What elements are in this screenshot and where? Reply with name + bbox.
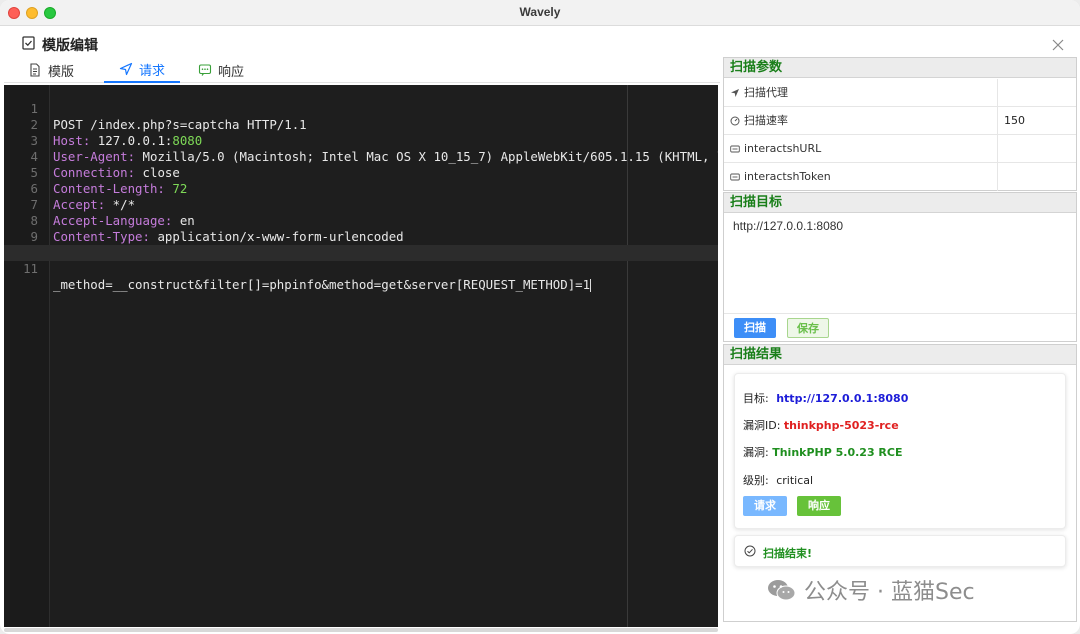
card-icon xyxy=(730,173,740,181)
title-bar: Wavely xyxy=(0,0,1080,26)
result-id-row: 漏洞ID: thinkphp-5023-rce xyxy=(743,417,899,433)
app-window: Wavely 模版编辑 模版 请求 响应 1 POST /index.php?s… xyxy=(0,0,1080,634)
code-line[interactable]: 2 Host: 127.0.0.1:8080 xyxy=(4,101,718,148)
send-icon xyxy=(731,89,739,97)
tab-response-label: 响应 xyxy=(218,64,245,80)
scan-target-title: 扫描目标 xyxy=(724,193,1076,213)
line-number: 11 xyxy=(23,261,38,276)
message-icon xyxy=(198,64,212,76)
param-label-interactsh-token: interactshToken xyxy=(744,170,831,183)
scan-button[interactable]: 扫描 xyxy=(734,318,776,338)
save-button[interactable]: 保存 xyxy=(787,318,829,338)
param-row-interactsh-token: interactshToken xyxy=(724,163,1076,191)
result-level-row: 级别: critical xyxy=(743,472,813,488)
code-line[interactable]: 10 xyxy=(4,229,718,260)
result-target-label: 目标: xyxy=(743,392,769,405)
code-line-current[interactable]: 11 _method=__construct&filter[]=phpinfo&… xyxy=(4,245,718,292)
tab-response[interactable]: 响应 xyxy=(190,57,252,83)
dialog-title: 模版编辑 xyxy=(42,38,98,54)
param-label-interactsh-url: interactshURL xyxy=(744,142,822,155)
scan-done-card: 扫描结束! xyxy=(734,535,1066,567)
code-line[interactable]: 6 Accept: */* xyxy=(4,165,718,212)
result-id-label: 漏洞ID: xyxy=(743,419,781,432)
dialog-header: 模版编辑 xyxy=(0,27,1080,57)
scan-target-panel: 扫描目标 http://127.0.0.1:8080 扫描 保存 xyxy=(723,192,1077,342)
target-actions: 扫描 保存 xyxy=(724,313,1076,341)
result-level-value: critical xyxy=(776,474,814,487)
card-icon xyxy=(730,145,740,153)
document-icon xyxy=(30,63,40,77)
param-label-proxy: 扫描代理 xyxy=(744,86,788,99)
code-text: _method=__construct&filter[]=phpinfo&met… xyxy=(53,277,591,292)
scan-params-title: 扫描参数 xyxy=(724,58,1076,78)
code-line[interactable]: 3 User-Agent: Mozilla/5.0 (Macintosh; In… xyxy=(4,117,718,164)
param-row-rate: 扫描速率 150 xyxy=(724,107,1076,135)
proxy-input[interactable] xyxy=(997,79,1076,107)
scan-done-text: 扫描结束! xyxy=(763,547,813,560)
send-icon xyxy=(119,62,133,76)
speed-icon xyxy=(730,116,740,126)
tab-request[interactable]: 请求 xyxy=(104,57,180,83)
code-line[interactable]: 8 Content-Type: application/x-www-form-u… xyxy=(4,197,718,244)
view-request-button[interactable]: 请求 xyxy=(743,496,787,516)
result-vuln-label: 漏洞: xyxy=(743,446,769,459)
param-row-proxy: 扫描代理 xyxy=(724,79,1076,107)
watermark-text: 公众号 · 蓝猫Sec xyxy=(804,580,975,605)
param-row-interactsh-url: interactshURL xyxy=(724,135,1076,163)
result-id-value: thinkphp-5023-rce xyxy=(783,419,899,432)
watermark: 公众号 · 蓝猫Sec xyxy=(766,574,975,606)
editor-horizontal-scrollbar[interactable] xyxy=(4,628,718,632)
editor-tabs: 模版 请求 响应 xyxy=(4,57,720,83)
request-editor[interactable]: 1 POST /index.php?s=captcha HTTP/1.1 2 H… xyxy=(4,85,718,627)
scan-params-panel: 扫描参数 扫描代理 扫描速率 150 interactshURL interac… xyxy=(723,57,1077,191)
result-target-row: 目标: http://127.0.0.1:8080 xyxy=(743,390,908,406)
app-title: Wavely xyxy=(519,5,561,19)
view-response-button[interactable]: 响应 xyxy=(797,496,841,516)
result-card: 目标: http://127.0.0.1:8080 漏洞ID: thinkphp… xyxy=(734,373,1066,529)
interactsh-token-input[interactable] xyxy=(997,163,1076,191)
code-line[interactable]: 1 POST /index.php?s=captcha HTTP/1.1 xyxy=(4,85,718,132)
param-label-rate: 扫描速率 xyxy=(744,114,788,127)
document-check-icon xyxy=(22,36,35,50)
wechat-icon xyxy=(768,580,796,601)
scan-result-title: 扫描结果 xyxy=(724,345,1076,365)
interactsh-url-input[interactable] xyxy=(997,135,1076,163)
code-line[interactable]: 7 Accept-Language: en xyxy=(4,181,718,228)
tab-template[interactable]: 模版 xyxy=(20,57,82,83)
check-circle-icon xyxy=(744,545,756,557)
rate-input[interactable]: 150 xyxy=(997,107,1076,135)
tab-request-label: 请求 xyxy=(138,63,165,79)
text-cursor xyxy=(590,279,592,292)
scan-target-input[interactable]: http://127.0.0.1:8080 xyxy=(727,215,1073,311)
code-line[interactable]: 5 Content-Length: 72 xyxy=(4,149,718,196)
close-dialog-icon[interactable] xyxy=(1052,39,1064,51)
code-line[interactable]: 9 Accept-Encoding: gzip xyxy=(4,213,718,260)
result-vuln-row: 漏洞: ThinkPHP 5.0.23 RCE xyxy=(743,444,903,460)
result-level-label: 级别: xyxy=(743,474,769,487)
tab-template-label: 模版 xyxy=(48,64,75,80)
result-target-value: http://127.0.0.1:8080 xyxy=(776,392,909,405)
result-vuln-value: ThinkPHP 5.0.23 RCE xyxy=(772,446,903,459)
code-line[interactable]: 4 Connection: close xyxy=(4,133,718,180)
